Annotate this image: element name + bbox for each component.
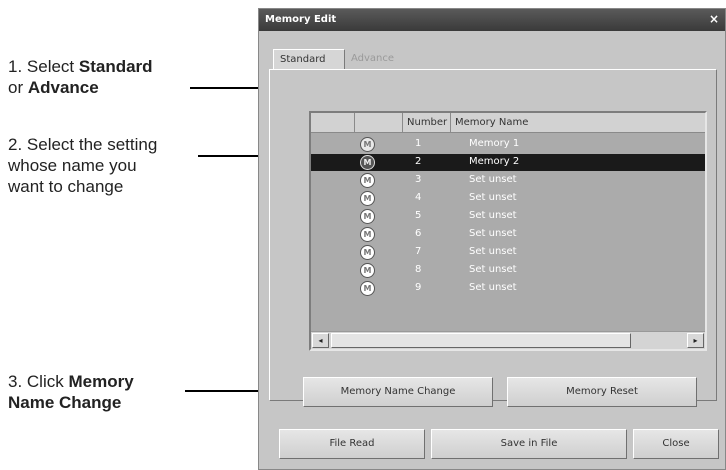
memory-icon: M <box>360 227 375 242</box>
annotation-step-2-line-2: whose name you <box>8 156 137 175</box>
list-row[interactable]: M 3 Set unset <box>311 172 705 189</box>
annotation-step-1-advance: Advance <box>27 78 99 97</box>
scroll-right-icon[interactable]: ▸ <box>687 333 704 348</box>
scroll-left-icon[interactable]: ◂ <box>312 333 329 348</box>
column-header-memory-name[interactable]: Memory Name <box>451 113 705 133</box>
list-header: Number Memory Name <box>311 113 705 133</box>
row-memory-name: Set unset <box>469 264 517 275</box>
memory-icon: M <box>360 263 375 278</box>
memory-icon: M <box>360 137 375 152</box>
memory-edit-dialog: Memory Edit × Standard Advance Number Me… <box>258 8 726 470</box>
memory-icon-letter: M <box>363 140 372 149</box>
row-number: 2 <box>415 156 422 167</box>
annotation-step-3: 3. Click Memory Name Change <box>8 371 134 413</box>
list-row[interactable]: M 5 Set unset <box>311 208 705 225</box>
close-button[interactable]: Close <box>633 429 719 459</box>
memory-icon-letter: M <box>363 158 372 167</box>
list-row[interactable]: M 6 Set unset <box>311 226 705 243</box>
memory-icon: M <box>360 191 375 206</box>
column-header-icon <box>355 113 403 133</box>
list-row[interactable]: M 9 Set unset <box>311 280 705 297</box>
row-memory-name: Set unset <box>469 246 517 257</box>
row-memory-name: Memory 2 <box>469 156 520 167</box>
annotation-step-1-standard: Standard <box>78 57 153 76</box>
memory-name-change-button[interactable]: Memory Name Change <box>303 377 493 407</box>
annotation-step-2-line-1: 2. Select the setting <box>8 135 158 154</box>
list-row[interactable]: M 8 Set unset <box>311 262 705 279</box>
memory-icon: M <box>360 173 375 188</box>
scrollbar-thumb[interactable] <box>331 333 631 348</box>
memory-icon-letter: M <box>363 176 372 185</box>
memory-icon-letter: M <box>363 212 372 221</box>
tab-standard[interactable]: Standard <box>273 49 345 69</box>
horizontal-scrollbar[interactable]: ◂ ▸ <box>311 331 705 349</box>
row-number: 4 <box>415 192 422 203</box>
annotation-step-1: 1. Select Standard or Advance <box>8 56 153 98</box>
row-number: 6 <box>415 228 422 239</box>
save-in-file-button[interactable]: Save in File <box>431 429 627 459</box>
dialog-titlebar[interactable]: Memory Edit × <box>259 9 725 31</box>
row-memory-name: Set unset <box>469 192 517 203</box>
row-number: 3 <box>415 174 422 185</box>
row-memory-name: Memory 1 <box>469 138 520 149</box>
column-header-blank-1 <box>311 113 355 133</box>
annotation-step-3-name-change: Name Change <box>8 393 122 412</box>
row-memory-name: Set unset <box>469 228 517 239</box>
annotation-step-2: 2. Select the setting whose name you wan… <box>8 134 157 197</box>
row-memory-name: Set unset <box>469 282 517 293</box>
row-number: 1 <box>415 138 422 149</box>
list-row[interactable]: M 4 Set unset <box>311 190 705 207</box>
row-number: 9 <box>415 282 422 293</box>
tab-advance[interactable]: Advance <box>345 49 415 69</box>
dialog-title: Memory Edit <box>265 14 337 25</box>
row-number: 7 <box>415 246 422 257</box>
annotation-step-2-line-3: want to change <box>8 177 124 196</box>
memory-icon: M <box>360 245 375 260</box>
memory-list[interactable]: Number Memory Name M 1 Memory 1 M 2 Memo… <box>309 111 707 351</box>
memory-icon: M <box>360 281 375 296</box>
row-number: 8 <box>415 264 422 275</box>
list-row-selected[interactable]: M 2 Memory 2 <box>311 154 705 171</box>
file-read-button[interactable]: File Read <box>279 429 425 459</box>
row-memory-name: Set unset <box>469 174 517 185</box>
annotation-step-3-prefix: 3. Click <box>8 372 69 391</box>
memory-icon-letter: M <box>363 194 372 203</box>
memory-icon-letter: M <box>363 230 372 239</box>
row-number: 5 <box>415 210 422 221</box>
annotation-step-1-prefix: 1. Select <box>8 57 79 76</box>
memory-icon-letter: M <box>363 284 372 293</box>
memory-icon-letter: M <box>363 248 372 257</box>
memory-icon: M <box>360 155 375 170</box>
row-memory-name: Set unset <box>469 210 517 221</box>
annotation-step-3-memory: Memory <box>68 372 134 391</box>
memory-reset-button[interactable]: Memory Reset <box>507 377 697 407</box>
list-row[interactable]: M 7 Set unset <box>311 244 705 261</box>
column-header-number[interactable]: Number <box>403 113 451 133</box>
list-row[interactable]: M 1 Memory 1 <box>311 136 705 153</box>
memory-icon: M <box>360 209 375 224</box>
memory-icon-letter: M <box>363 266 372 275</box>
close-icon[interactable]: × <box>707 12 721 26</box>
annotation-step-1-or: or <box>8 78 28 97</box>
